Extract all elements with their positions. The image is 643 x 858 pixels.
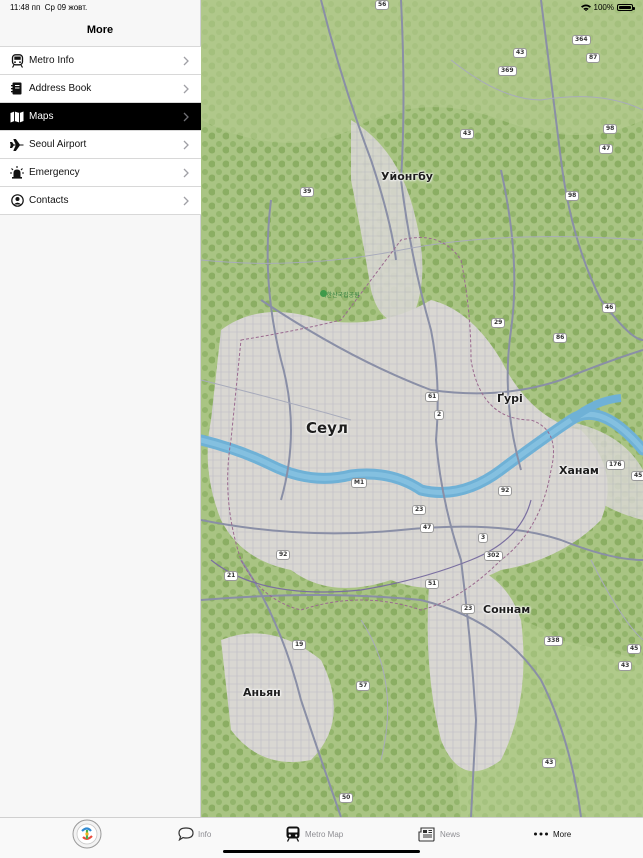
route-shield: 21 [224,571,239,581]
route-shield: 39 [300,187,315,197]
route-shield: 57 [356,681,371,691]
chevron-right-icon [183,196,189,206]
route-shield: 43 [460,129,475,139]
sidebar-item-label: Seoul Airport [29,139,87,150]
sidebar-item-address-book[interactable]: Address Book [0,75,201,103]
route-shield: 98 [565,191,580,201]
metro-train-icon [286,826,300,842]
wifi-icon [580,4,591,11]
route-shield: 51 [425,579,440,589]
sidebar-item-seoul-airport[interactable]: Seoul Airport [0,131,201,159]
airplane-icon [10,138,24,152]
sidebar-item-label: Contacts [29,195,69,206]
sidebar-item-label: Metro Info [29,55,75,66]
route-shield: 2 [434,410,445,420]
sidebar-item-maps[interactable]: Maps [0,103,201,131]
sidebar-item-label: Maps [29,111,54,122]
siren-icon [10,166,24,180]
route-shield: 45 [631,471,643,481]
route-shield: 23 [461,604,476,614]
status-time: 11:48 пп Ср 09 жовт. [10,3,88,12]
route-shield: 46 [602,303,617,313]
route-shield: 50 [339,793,354,803]
sidebar-item-contacts[interactable]: Contacts [0,187,201,215]
route-shield: 43 [542,758,557,768]
route-shield: 98 [603,124,618,134]
tab-label: News [440,829,461,839]
map-label-guri: Ґурі [497,392,523,405]
chevron-right-icon [183,140,189,150]
tab-bar: Info Metro Map News More [0,817,643,858]
sidebar-menu: Metro Info Address Book Maps Seoul Airpo… [0,46,201,215]
route-shield: M1 [351,478,368,488]
route-shield: 92 [276,550,291,560]
chat-bubble-icon [178,827,194,841]
sidebar-item-metro-info[interactable]: Metro Info [0,47,201,75]
route-shield: 19 [292,640,307,650]
map-view[interactable]: Уйонгбу Сеул Ґурі Ханам Соннам Аньян 북한산… [201,0,643,817]
route-shield: 86 [553,333,568,343]
route-shield: 364 [572,35,591,45]
app-logo-icon [72,819,102,849]
park-pin-icon[interactable] [320,290,327,297]
train-icon [10,53,24,68]
route-shield: 92 [498,486,513,496]
route-shield: 176 [606,460,625,470]
map-label-hanam: Ханам [559,464,599,477]
sidebar: More Metro Info Address Book Maps Seoul … [0,0,201,817]
route-shield: 43 [618,661,633,671]
home-indicator[interactable] [223,850,420,853]
tab-label: Info [198,829,212,839]
tab-label: Metro Map [305,829,344,839]
tab-label: More [553,829,572,839]
route-shield: 47 [599,144,614,154]
route-shield: 23 [412,505,427,515]
sidebar-item-label: Emergency [29,167,80,178]
chevron-right-icon [183,112,189,122]
route-shield: 47 [420,523,435,533]
route-shield: 369 [498,66,517,76]
sidebar-item-label: Address Book [29,83,92,94]
newspaper-icon [418,826,435,842]
tab-news[interactable]: News [418,818,460,850]
tab-more[interactable]: More [533,818,571,850]
route-shield: 61 [425,392,440,402]
ellipsis-icon [534,832,548,836]
address-book-icon [10,82,24,96]
map-icon [10,110,24,124]
sidebar-item-emergency[interactable]: Emergency [0,159,201,187]
tab-info[interactable]: Info [178,818,211,850]
tab-metro-map[interactable]: Metro Map [285,818,343,850]
map-label-anyang: Аньян [243,686,281,699]
tab-home[interactable] [72,818,102,850]
route-shield: 43 [513,48,528,58]
status-bar: 11:48 пп Ср 09 жовт. 100% [0,0,643,16]
sidebar-title: More [86,24,114,36]
chevron-right-icon [183,168,189,178]
chevron-right-icon [183,84,189,94]
route-shield: 3 [478,533,489,543]
map-label-uijeongbu: Уйонгбу [381,170,433,183]
route-shield: 45 [627,644,642,654]
route-shield: 302 [484,551,503,561]
battery-percent: 100% [593,3,614,12]
chevron-right-icon [183,56,189,66]
person-circle-icon [10,194,24,208]
map-label-seongnam: Соннам [483,603,531,616]
status-right: 100% [580,3,635,12]
route-shield: 29 [491,318,506,328]
route-shield: 87 [586,53,601,63]
route-shield: 338 [544,636,563,646]
map-label-seoul: Сеул [306,419,348,437]
battery-icon [617,4,635,11]
